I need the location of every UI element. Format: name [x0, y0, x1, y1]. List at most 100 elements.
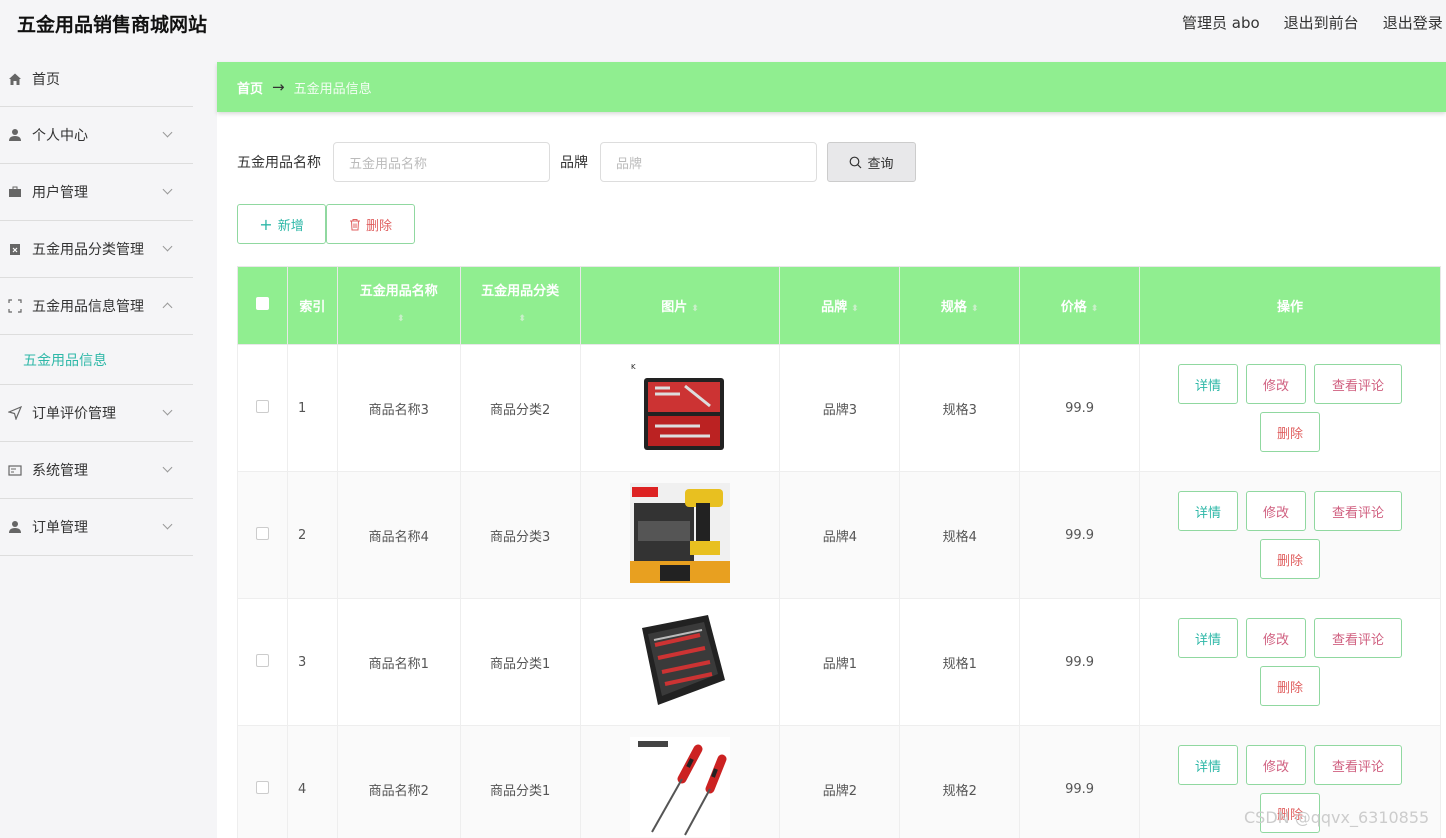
- detail-button[interactable]: 详情: [1178, 491, 1238, 531]
- row-checkbox[interactable]: [255, 399, 269, 413]
- sidebar-item-system[interactable]: 系统管理: [0, 442, 193, 499]
- chevron-down-icon: [162, 462, 173, 473]
- sort-icon[interactable]: ⬍: [971, 304, 979, 314]
- price-cell: 99.9: [1019, 725, 1140, 838]
- sidebar-item-label: 订单评价管理: [32, 406, 116, 422]
- delete-button[interactable]: 删除: [1260, 666, 1320, 706]
- sidebar-item-reviews[interactable]: 订单评价管理: [0, 385, 193, 442]
- row-checkbox[interactable]: [255, 653, 269, 667]
- edit-button[interactable]: 修改: [1246, 745, 1306, 785]
- sidebar-item-goods[interactable]: 五金用品信息管理: [0, 278, 193, 335]
- sidebar-item-category[interactable]: 五金用品分类管理: [0, 221, 193, 278]
- select-all-checkbox[interactable]: [255, 297, 269, 310]
- sidebar: 首页 个人中心 用户管理 五金用品分类管理 五金用品信息管理 五金用品信息 订单…: [0, 52, 193, 556]
- name-cell: 商品名称1: [336, 598, 461, 726]
- sidebar-subitem-goods-info[interactable]: 五金用品信息: [0, 335, 193, 385]
- header-spec[interactable]: 规格 ⬍: [899, 266, 1021, 345]
- header-price[interactable]: 价格 ⬍: [1019, 266, 1140, 345]
- index-cell: 2: [286, 471, 338, 599]
- sidebar-item-users[interactable]: 用户管理: [0, 164, 193, 221]
- category-cell: 商品分类1: [459, 598, 581, 726]
- name-label: 五金用品名称: [237, 155, 321, 171]
- edit-button[interactable]: 修改: [1246, 364, 1306, 404]
- header-label: 操作: [1276, 300, 1303, 315]
- header-category[interactable]: 五金用品分类 ⬍: [459, 266, 581, 345]
- trash-icon: [349, 218, 360, 230]
- sort-icon[interactable]: ⬍: [397, 306, 405, 332]
- logout-link[interactable]: 退出登录: [1383, 12, 1443, 33]
- action-buttons: + 新增 删除: [237, 204, 415, 244]
- row-checkbox[interactable]: [255, 526, 269, 540]
- row-select-cell: [237, 725, 288, 838]
- image-cell: [579, 598, 781, 726]
- watermark: CSDN @qqvx_6310855: [1244, 808, 1430, 827]
- brand-search-input[interactable]: 品牌: [600, 142, 817, 182]
- name-search-input[interactable]: 五金用品名称: [333, 142, 550, 182]
- row-select-cell: [237, 598, 288, 726]
- sidebar-item-label: 用户管理: [32, 185, 88, 201]
- impact-drill-image: [630, 483, 730, 583]
- header-select-all[interactable]: [237, 266, 288, 345]
- sidebar-item-label: 系统管理: [32, 463, 88, 479]
- table-row: 3 商品名称1 商品分类1 品牌1 规格1 99.9 详情 修改 查看评论 删除: [237, 598, 1441, 726]
- detail-button[interactable]: 详情: [1178, 745, 1238, 785]
- sort-icon[interactable]: ⬍: [1091, 304, 1099, 314]
- frame-icon: [8, 299, 22, 313]
- chevron-down-icon: [162, 127, 173, 138]
- name-cell: 商品名称3: [336, 344, 461, 472]
- header-label: 图片: [661, 300, 688, 315]
- chevron-down-icon: [162, 519, 173, 530]
- view-reviews-button[interactable]: 查看评论: [1314, 364, 1402, 404]
- detail-button[interactable]: 详情: [1178, 364, 1238, 404]
- delete-button[interactable]: 删除: [1260, 539, 1320, 579]
- table-header-row: 索引 五金用品名称 ⬍ 五金用品分类 ⬍ 图片 ⬍ 品牌 ⬍ 规格 ⬍ 价格 ⬍ 操作: [237, 266, 1441, 345]
- sidebar-item-profile[interactable]: 个人中心: [0, 107, 193, 164]
- site-title: 五金用品销售商城网站: [17, 14, 208, 36]
- sort-icon[interactable]: ⬍: [691, 304, 699, 314]
- main-content: 首页 → 五金用品信息 五金用品名称 五金用品名称 品牌 品牌 查询 + 新增 …: [217, 62, 1446, 838]
- svg-text:K: K: [631, 363, 636, 371]
- delete-button[interactable]: 删除: [1260, 412, 1320, 452]
- edit-button[interactable]: 修改: [1246, 491, 1306, 531]
- spec-cell: 规格1: [899, 598, 1021, 726]
- sidebar-item-label: 订单管理: [32, 520, 88, 536]
- brand-label: 品牌: [560, 155, 588, 171]
- add-button[interactable]: + 新增: [237, 204, 326, 244]
- batch-delete-button[interactable]: 删除: [326, 204, 415, 244]
- breadcrumb-home[interactable]: 首页: [237, 78, 263, 97]
- query-button[interactable]: 查询: [827, 142, 916, 182]
- user-icon: [9, 129, 21, 141]
- goods-table: 索引 五金用品名称 ⬍ 五金用品分类 ⬍ 图片 ⬍ 品牌 ⬍ 规格 ⬍ 价格 ⬍ 操作 1 …: [237, 266, 1441, 838]
- briefcase-icon: [9, 186, 21, 197]
- chevron-up-icon: [162, 302, 173, 313]
- header-name[interactable]: 五金用品名称 ⬍: [336, 266, 461, 345]
- ops-cell: 详情 修改 查看评论 删除: [1139, 598, 1441, 726]
- table-row: 2 商品名称4 商品分类3 品牌4 规格4 99.9 详情 修改 查看评论 删除: [237, 471, 1441, 599]
- sidebar-item-home[interactable]: 首页: [0, 52, 193, 107]
- view-reviews-button[interactable]: 查看评论: [1314, 618, 1402, 658]
- delete-label: 删除: [365, 218, 392, 234]
- search-bar: 五金用品名称 五金用品名称 品牌 品牌 查询: [237, 142, 916, 182]
- ops-cell: 详情 修改 查看评论 删除: [1139, 344, 1441, 472]
- home-icon: [9, 73, 21, 85]
- header-label: 价格: [1060, 300, 1087, 315]
- sidebar-item-orders[interactable]: 订单管理: [0, 499, 193, 556]
- table-row: 1 商品名称3 商品分类2 K 品牌3 规格3 99.9 详情 修改 查看评论 …: [237, 344, 1441, 472]
- front-link[interactable]: 退出到前台: [1284, 12, 1359, 33]
- view-reviews-button[interactable]: 查看评论: [1314, 491, 1402, 531]
- header-label: 五金用品分类: [481, 284, 560, 299]
- image-cell: K: [579, 344, 781, 472]
- top-bar: 五金用品销售商城网站 管理员 abo 退出到前台 退出登录: [0, 0, 1446, 46]
- view-reviews-button[interactable]: 查看评论: [1314, 745, 1402, 785]
- price-cell: 99.9: [1019, 344, 1140, 472]
- sort-icon[interactable]: ⬍: [518, 306, 526, 332]
- detail-button[interactable]: 详情: [1178, 618, 1238, 658]
- sort-icon[interactable]: ⬍: [851, 304, 859, 314]
- header-brand[interactable]: 品牌 ⬍: [779, 266, 901, 345]
- header-label: 索引: [299, 300, 326, 315]
- socket-set-image: [630, 610, 730, 710]
- edit-button[interactable]: 修改: [1246, 618, 1306, 658]
- row-checkbox[interactable]: [255, 780, 269, 794]
- card-icon: [8, 465, 22, 476]
- header-image[interactable]: 图片 ⬍: [579, 266, 781, 345]
